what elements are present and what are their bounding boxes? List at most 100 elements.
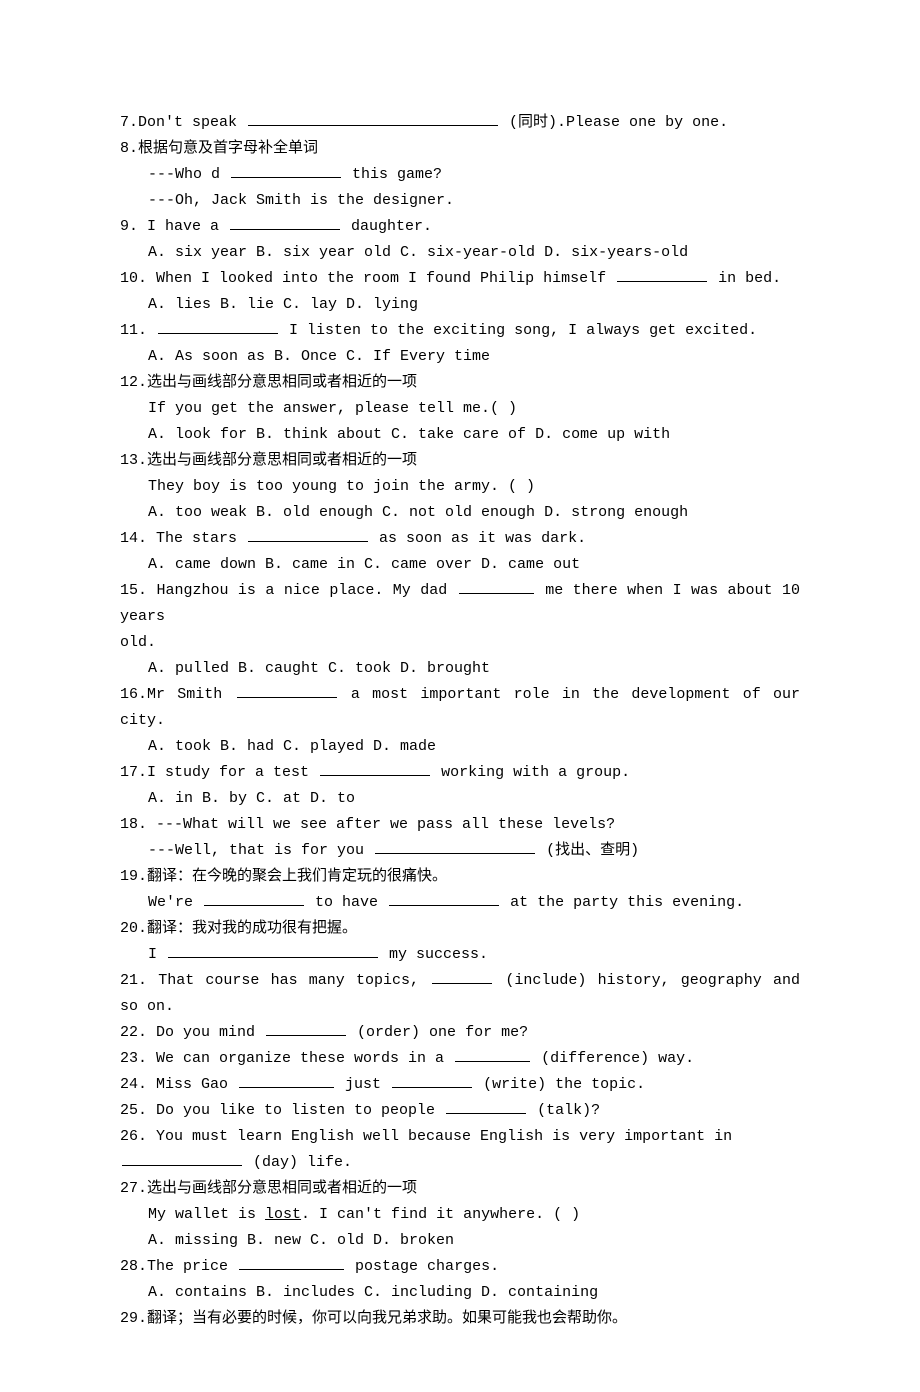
q11-stem-a: 11. xyxy=(120,322,147,339)
q13-prompt: 13.选出与画线部分意思相同或者相近的一项 xyxy=(120,448,800,474)
q7-blank[interactable] xyxy=(248,111,498,126)
q15-stem-c: old. xyxy=(120,630,800,656)
q25-b: (talk)? xyxy=(537,1102,600,1119)
q20-prompt: 20.翻译：我对我的成功很有把握。 xyxy=(120,916,800,942)
q19-b: to have xyxy=(315,894,378,911)
question-29: 29.翻译；当有必要的时候，你可以向我兄弟求助。如果可能我也会帮助你。 xyxy=(120,1306,800,1332)
q18-line2-b: (找出、查明) xyxy=(546,842,639,859)
q23-blank[interactable] xyxy=(455,1047,530,1062)
q22-b: (order) one for me? xyxy=(357,1024,528,1041)
q24-c: (write) the topic. xyxy=(483,1076,645,1093)
question-17: 17.I study for a test working with a gro… xyxy=(120,760,800,812)
q13-options: A. too weak B. old enough C. not old eno… xyxy=(120,500,800,526)
question-9: 9. I have a daughter. A. six year B. six… xyxy=(120,214,800,266)
q26-blank[interactable] xyxy=(122,1151,242,1166)
q25-a: 25. Do you like to listen to people xyxy=(120,1102,444,1119)
q7-text-b: (同时).Please one by one. xyxy=(509,114,728,131)
q17-blank[interactable] xyxy=(320,761,430,776)
question-14: 14. The stars as soon as it was dark. A.… xyxy=(120,526,800,578)
q17-stem-a: 17.I study for a test xyxy=(120,764,318,781)
q24-blank1[interactable] xyxy=(239,1073,334,1088)
q12-sentence: If you get the answer, please tell me.( … xyxy=(120,396,800,422)
q16-blank[interactable] xyxy=(237,683,337,698)
q11-stem-b: I listen to the exciting song, I always … xyxy=(289,322,757,339)
q17-options: A. in B. by C. at D. to xyxy=(120,786,800,812)
q8-blank[interactable] xyxy=(231,163,341,178)
q19-prompt: 19.翻译：在今晚的聚会上我们肯定玩的很痛快。 xyxy=(120,864,800,890)
q8-line2-b: this game? xyxy=(352,166,442,183)
question-27: 27.选出与画线部分意思相同或者相近的一项 My wallet is lost.… xyxy=(120,1176,800,1254)
q20-b: my success. xyxy=(389,946,488,963)
question-26: 26. You must learn English well because … xyxy=(120,1124,800,1176)
question-13: 13.选出与画线部分意思相同或者相近的一项 They boy is too yo… xyxy=(120,448,800,526)
q23-a: 23. We can organize these words in a xyxy=(120,1050,453,1067)
q25-blank[interactable] xyxy=(446,1099,526,1114)
q14-stem-b: as soon as it was dark. xyxy=(379,530,586,547)
q9-options: A. six year B. six year old C. six-year-… xyxy=(120,240,800,266)
q18-line2-a: ---Well, that is for you xyxy=(148,842,373,859)
question-7: 7.Don't speak (同时).Please one by one. xyxy=(120,110,800,136)
q15-stem-a: 15. Hangzhou is a nice place. My dad xyxy=(120,582,457,599)
question-10: 10. When I looked into the room I found … xyxy=(120,266,800,318)
q19-a: We're xyxy=(148,894,202,911)
q22-a: 22. Do you mind xyxy=(120,1024,264,1041)
question-18: 18. ---What will we see after we pass al… xyxy=(120,812,800,864)
question-25: 25. Do you like to listen to people (tal… xyxy=(120,1098,800,1124)
q27-options: A. missing B. new C. old D. broken xyxy=(120,1228,800,1254)
q24-blank2[interactable] xyxy=(392,1073,472,1088)
q10-blank[interactable] xyxy=(617,267,707,282)
q18-blank[interactable] xyxy=(375,839,535,854)
q27-prompt: 27.选出与画线部分意思相同或者相近的一项 xyxy=(120,1176,800,1202)
q15-options: A. pulled B. caught C. took D. brought xyxy=(120,656,800,682)
q19-c: at the party this evening. xyxy=(510,894,744,911)
q19-blank2[interactable] xyxy=(389,891,499,906)
q27-underlined: lost xyxy=(265,1206,301,1223)
question-19: 19.翻译：在今晚的聚会上我们肯定玩的很痛快。 We're to have at… xyxy=(120,864,800,916)
q8-line3: ---Oh, Jack Smith is the designer. xyxy=(120,188,800,214)
question-20: 20.翻译：我对我的成功很有把握。 I my success. xyxy=(120,916,800,968)
worksheet-page: 7.Don't speak (同时).Please one by one. 8.… xyxy=(0,0,920,1392)
q28-b: postage charges. xyxy=(355,1258,499,1275)
q29-prompt: 29.翻译；当有必要的时候，你可以向我兄弟求助。如果可能我也会帮助你。 xyxy=(120,1306,800,1332)
q16-options: A. took B. had C. played D. made xyxy=(120,734,800,760)
q28-options: A. contains B. includes C. including D. … xyxy=(120,1280,800,1306)
question-21: 21. That course has many topics, (includ… xyxy=(120,968,800,1020)
q15-blank[interactable] xyxy=(459,579,534,594)
q10-stem-a: 10. When I looked into the room I found … xyxy=(120,270,615,287)
q9-blank[interactable] xyxy=(230,215,340,230)
question-28: 28.The price postage charges. A. contain… xyxy=(120,1254,800,1306)
q7-text-a: 7.Don't speak xyxy=(120,114,246,131)
q24-b: just xyxy=(345,1076,390,1093)
q12-options: A. look for B. think about C. take care … xyxy=(120,422,800,448)
q27-b: . I can't find it anywhere. ( ) xyxy=(301,1206,580,1223)
q18-line1: 18. ---What will we see after we pass al… xyxy=(120,812,800,838)
q14-blank[interactable] xyxy=(248,527,368,542)
q11-blank[interactable] xyxy=(158,319,278,334)
question-23: 23. We can organize these words in a (di… xyxy=(120,1046,800,1072)
q9-stem-a: 9. I have a xyxy=(120,218,228,235)
question-11: 11. I listen to the exciting song, I alw… xyxy=(120,318,800,370)
question-8: 8.根据句意及首字母补全单词 ---Who d this game? ---Oh… xyxy=(120,136,800,214)
question-16: 16.Mr Smith a most important role in the… xyxy=(120,682,800,760)
q20-a: I xyxy=(148,946,166,963)
question-24: 24. Miss Gao just (write) the topic. xyxy=(120,1072,800,1098)
q22-blank[interactable] xyxy=(266,1021,346,1036)
question-12: 12.选出与画线部分意思相同或者相近的一项 If you get the ans… xyxy=(120,370,800,448)
q20-blank[interactable] xyxy=(168,943,378,958)
q23-b: (difference) way. xyxy=(541,1050,694,1067)
q26-b: (day) life. xyxy=(253,1154,352,1171)
q9-stem-b: daughter. xyxy=(351,218,432,235)
q8-prompt: 8.根据句意及首字母补全单词 xyxy=(120,136,800,162)
q21-blank[interactable] xyxy=(432,969,492,984)
q26-a: 26. You must learn English well because … xyxy=(120,1124,800,1150)
q16-stem-a: 16.Mr Smith xyxy=(120,686,235,703)
q28-blank[interactable] xyxy=(239,1255,344,1270)
q24-a: 24. Miss Gao xyxy=(120,1076,237,1093)
q21-a: 21. That course has many topics, xyxy=(120,972,430,989)
q12-prompt: 12.选出与画线部分意思相同或者相近的一项 xyxy=(120,370,800,396)
q17-stem-b: working with a group. xyxy=(441,764,630,781)
q28-a: 28.The price xyxy=(120,1258,237,1275)
q13-sentence: They boy is too young to join the army. … xyxy=(120,474,800,500)
question-22: 22. Do you mind (order) one for me? xyxy=(120,1020,800,1046)
q19-blank1[interactable] xyxy=(204,891,304,906)
